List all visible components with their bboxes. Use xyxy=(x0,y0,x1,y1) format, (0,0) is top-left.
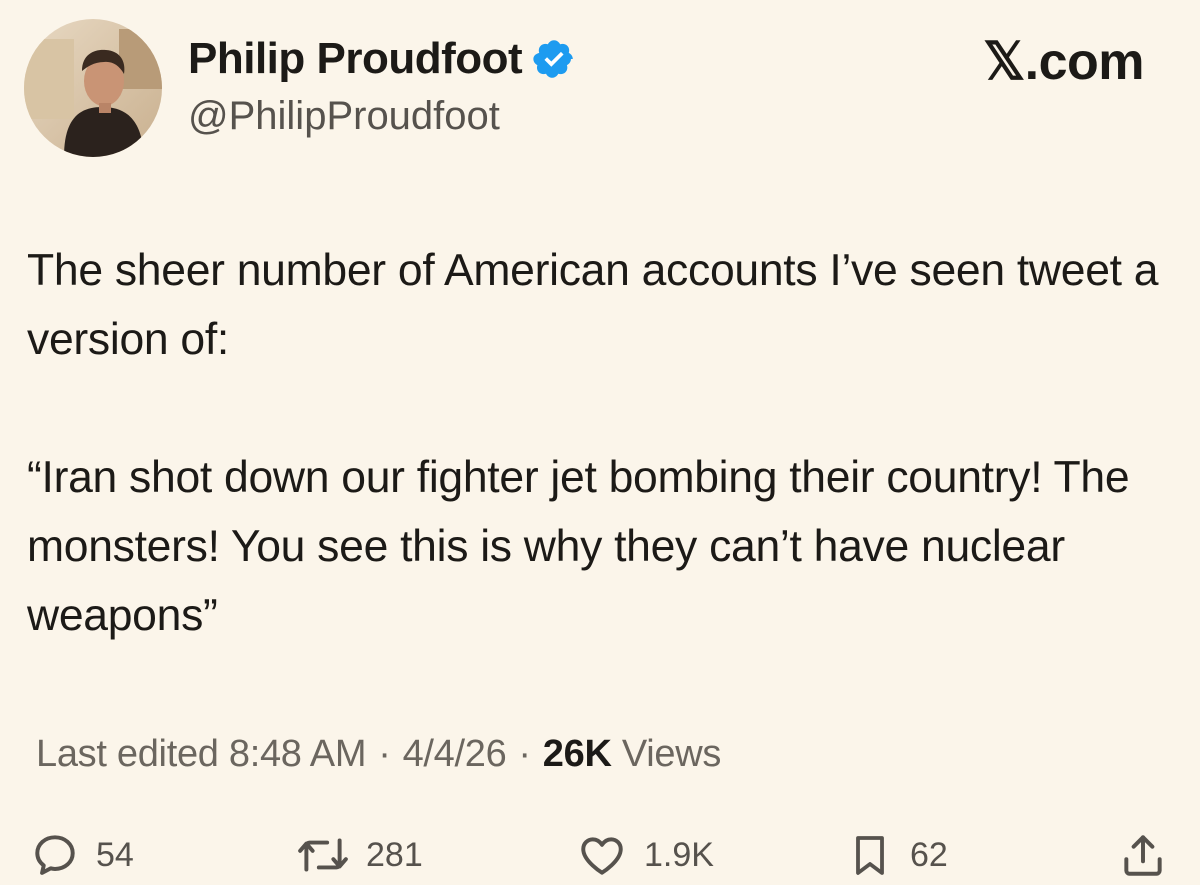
tweet-text: The sheer number of American accounts I’… xyxy=(27,236,1167,650)
views-label: Views xyxy=(621,733,722,775)
x-logo: 𝕏.com xyxy=(983,33,1144,91)
separator: · xyxy=(518,733,531,775)
reply-icon xyxy=(30,830,80,880)
share-icon xyxy=(1118,830,1168,880)
bookmark-button[interactable]: 62 xyxy=(846,825,948,885)
like-count: 1.9K xyxy=(644,835,714,874)
share-button[interactable] xyxy=(1118,825,1168,885)
reply-button[interactable]: 54 xyxy=(30,825,134,885)
action-bar: 54 281 1.9K 62 xyxy=(0,825,1200,885)
heart-icon xyxy=(576,830,628,880)
like-button[interactable]: 1.9K xyxy=(576,825,714,885)
display-name[interactable]: Philip Proudfoot xyxy=(188,34,523,84)
avatar-photo xyxy=(24,19,162,157)
repost-button[interactable]: 281 xyxy=(296,825,423,885)
views-count: 26K xyxy=(542,733,612,775)
tweet-paragraph: “Iran shot down our fighter jet bombing … xyxy=(27,453,1130,640)
bookmark-icon xyxy=(846,830,894,880)
avatar[interactable] xyxy=(24,19,162,157)
repost-icon xyxy=(296,830,350,880)
separator: · xyxy=(378,733,391,775)
bookmark-count: 62 xyxy=(910,835,948,874)
author-handle[interactable]: @PhilipProudfoot xyxy=(188,94,500,139)
tweet-meta: Last edited 8:48 AM · 4/4/26 · 26K Views xyxy=(36,733,721,776)
repost-count: 281 xyxy=(366,835,423,874)
reply-count: 54 xyxy=(96,835,134,874)
post-date[interactable]: 4/4/26 xyxy=(403,733,507,775)
author-name-row[interactable]: Philip Proudfoot xyxy=(188,34,576,84)
tweet-paragraph: The sheer number of American accounts I’… xyxy=(27,246,1159,364)
edited-timestamp[interactable]: Last edited 8:48 AM xyxy=(36,733,367,775)
verified-badge-icon[interactable] xyxy=(532,37,576,81)
